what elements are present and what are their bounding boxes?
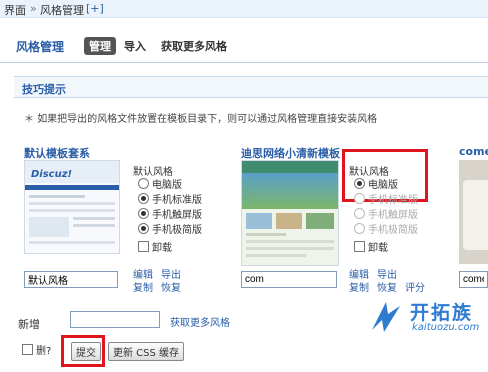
watermark-name: 开拓族 [410, 302, 474, 324]
radio-mobile-minimal-2[interactable]: 手机极简版 [354, 223, 418, 237]
style-name-input-1[interactable] [24, 271, 118, 288]
restore-link-2[interactable]: 恢复 [377, 279, 397, 294]
radio-icon [138, 208, 149, 219]
checkbox-icon [22, 344, 33, 355]
copy-link-2[interactable]: 复制 [349, 279, 369, 294]
radio-icon [138, 178, 149, 189]
radio-icon [354, 193, 365, 204]
template-title-comei: comei [459, 145, 488, 158]
checkbox-icon [354, 241, 365, 252]
submit-button[interactable]: 提交 [71, 342, 101, 361]
template-title-disi: 迪思网络小清新模板 [241, 147, 340, 160]
copy-link-1[interactable]: 复制 [133, 279, 153, 294]
delete-checkbox[interactable]: 删? [22, 342, 51, 357]
radio-mobile-touch-2[interactable]: 手机触屏版 [354, 208, 418, 222]
tab-import[interactable]: 导入 [124, 38, 146, 54]
bullet-icon: ＊ [24, 114, 34, 125]
template-title-default: 默认模板套系 [24, 147, 90, 160]
radio-icon [138, 193, 149, 204]
uninstall-checkbox-2[interactable]: 卸载 [354, 241, 388, 255]
radio-mobile-standard-1[interactable]: 手机标准版 [138, 193, 202, 207]
breadcrumb-add-link[interactable]: [+] [86, 2, 104, 15]
breadcrumb: 界面 » 风格管理 [+] [0, 0, 488, 18]
restore-link-1[interactable]: 恢复 [161, 279, 181, 294]
tab-manage[interactable]: 管理 [84, 37, 116, 55]
tips-text-row: ＊ 如果把导出的风格文件放置在模板目录下，则可以通过风格管理直接安装风格 [24, 110, 377, 125]
radio-icon [354, 223, 365, 234]
radio-pc-1[interactable]: 电脑版 [138, 178, 182, 192]
template-thumbnail-default[interactable]: Discuz! [24, 160, 120, 254]
get-more-styles-link[interactable]: 获取更多风格 [170, 314, 230, 329]
rate-link-2[interactable]: 评分 [405, 279, 425, 294]
style-name-input-3[interactable] [459, 271, 488, 288]
page-title: 风格管理 [16, 40, 65, 54]
header-divider [0, 62, 488, 63]
default-style-label-1: 默认风格 [133, 167, 173, 178]
watermark-logo-icon [372, 302, 400, 332]
style-name-input-2[interactable] [241, 271, 337, 288]
uninstall-checkbox-1[interactable]: 卸载 [138, 241, 172, 255]
default-style-label-2: 默认风格 [349, 167, 389, 178]
template-thumbnail-comei[interactable] [459, 160, 488, 264]
radio-icon [138, 223, 149, 234]
radio-mobile-minimal-1[interactable]: 手机极简版 [138, 223, 202, 237]
tips-text: 如果把导出的风格文件放置在模板目录下，则可以通过风格管理直接安装风格 [37, 114, 378, 125]
breadcrumb-separator: » [30, 2, 37, 15]
new-style-input[interactable] [70, 311, 160, 328]
radio-icon [354, 178, 365, 189]
tab-get-more-styles[interactable]: 获取更多风格 [161, 38, 227, 54]
template-thumbnail-disi[interactable] [241, 160, 339, 266]
new-label: 新增 [18, 318, 40, 331]
breadcrumb-root[interactable]: 界面 [4, 2, 26, 18]
radio-mobile-touch-1[interactable]: 手机触屏版 [138, 208, 202, 222]
discuz-logo: Discuz! [31, 169, 73, 180]
radio-pc-2[interactable]: 电脑版 [354, 178, 398, 192]
tips-heading: 技巧提示 [22, 83, 66, 96]
checkbox-icon [138, 241, 149, 252]
tips-section-header: 技巧提示 [14, 76, 488, 98]
breadcrumb-current: 风格管理 [40, 4, 84, 17]
radio-icon [354, 208, 365, 219]
watermark-url: kaituozu.com [412, 322, 480, 333]
radio-mobile-standard-2[interactable]: 手机标准版 [354, 193, 418, 207]
refresh-css-cache-button[interactable]: 更新 CSS 缓存 [108, 342, 185, 361]
